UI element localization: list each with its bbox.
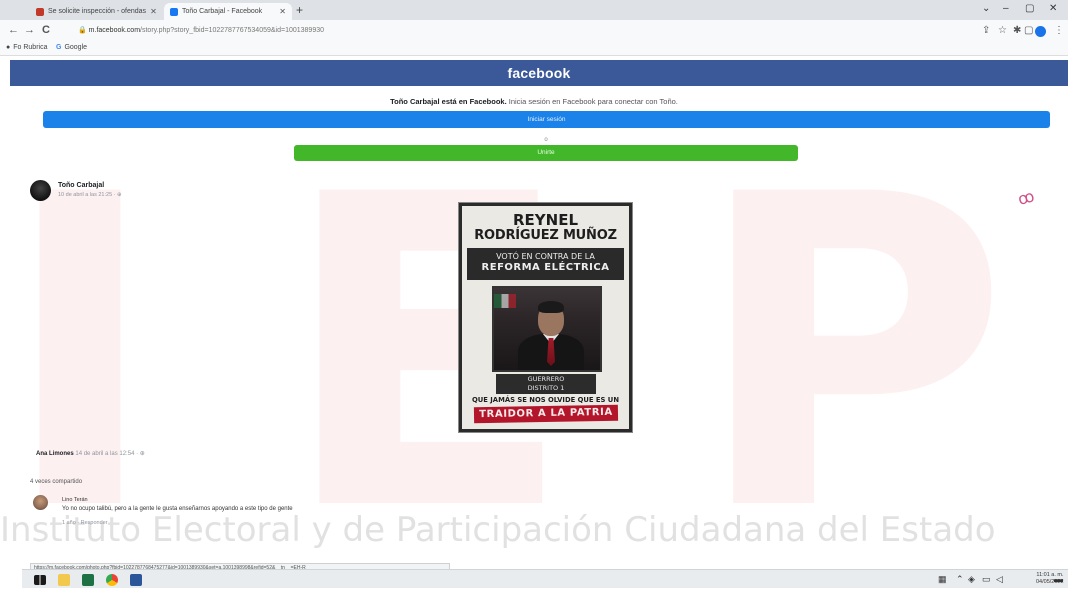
watermark-line: Instituto Electoral y de Participación C… <box>0 510 996 550</box>
url-input[interactable]: 🔒 m.facebook.com/story.php?story_fbid=10… <box>70 24 970 38</box>
poster-district1: GUERRERO <box>527 375 565 383</box>
tab-inactive[interactable]: Se solicite inspección - ofendas ✕ <box>30 3 162 20</box>
display-icon[interactable]: ▭ <box>982 574 991 585</box>
poster-line1: REYNEL <box>512 211 579 229</box>
excel-icon[interactable] <box>82 574 94 586</box>
keyboard-icon[interactable]: ▦ <box>938 574 947 585</box>
poster-line2: RODRÍGUEZ MUÑOZ <box>474 228 617 243</box>
poster-banner: VOTÓ EN CONTRA DE LA REFORMA ELÉCTRICA <box>467 248 624 280</box>
reaction-line: Ana Limones 14 de abril a las 12:54 · ⊕ <box>36 450 145 457</box>
page-favicon-icon <box>36 7 44 16</box>
poster-district: GUERRERO DISTRITO 1 <box>496 374 596 394</box>
url-host: m.facebook.com <box>88 27 141 34</box>
comment-text: Yo no ocupo talibú, pero a la gente le g… <box>62 506 293 512</box>
post-image[interactable]: REYNEL RODRÍGUEZ MUÑOZ VOTÓ EN CONTRA DE… <box>458 202 633 433</box>
back-button[interactable]: ← <box>8 24 19 36</box>
tab-search-icon[interactable]: ⌄ <box>982 3 990 14</box>
login-button[interactable]: Iniciar sesión <box>43 111 1050 128</box>
taskbar: ▦ ⌃ ◈ ▭ ◁ 11:01 a. m. 04/05/2022 ▬ <box>22 569 1068 588</box>
notifications-icon[interactable]: ▬ <box>1054 574 1063 584</box>
browser-tab-bar: Se solicite inspección - ofendas ✕ Toño … <box>0 0 1068 20</box>
comment-actions[interactable]: 1 año · Responder <box>62 520 108 526</box>
address-bar-row: ← → C 🔒 m.facebook.com/story.php?story_f… <box>0 20 1068 42</box>
start-icon[interactable] <box>34 575 46 585</box>
bookmark-label: Fo Rubrica <box>13 44 48 51</box>
facebook-favicon-icon <box>170 7 178 16</box>
portrait-hair <box>538 301 564 313</box>
menu-icon[interactable]: ⋮ <box>1054 25 1064 36</box>
bookmark-label: Google <box>64 44 88 51</box>
post-author[interactable]: Toño Carbajal <box>58 182 104 189</box>
minimize-button[interactable]: – <box>1003 3 1009 14</box>
poster-banner1: VOTÓ EN CONTRA DE LA <box>496 252 595 261</box>
new-tab-button[interactable]: + <box>296 3 303 17</box>
bookmark-item[interactable]: ● Fo Rubrica <box>6 44 47 51</box>
volume-icon[interactable]: ◁ <box>996 574 1003 585</box>
lock-icon: 🔒 <box>78 27 89 34</box>
author-avatar[interactable] <box>30 180 51 201</box>
close-tab-icon[interactable]: ✕ <box>150 7 157 16</box>
sidepanel-icon[interactable]: ▢ <box>1024 25 1033 36</box>
register-button[interactable]: Unirte <box>294 145 798 161</box>
chrome-icon[interactable] <box>106 574 118 586</box>
tab-label: Toño Carbajal - Facebook <box>182 8 263 15</box>
url-path: /story.php?story_fbid=1022787767534059&i… <box>140 27 325 34</box>
portrait-photo <box>492 286 602 372</box>
notice-name: Toño Carbajal está en Facebook. <box>390 97 507 106</box>
tray-chevron-icon[interactable]: ⌃ <box>956 574 964 585</box>
share-icon[interactable]: ⇪ <box>982 25 990 36</box>
facebook-header[interactable]: facebook <box>10 60 1068 86</box>
post-meta: 10 de abril a las 21:25 · ⊕ <box>58 192 122 198</box>
profile-avatar[interactable] <box>1035 26 1046 37</box>
poster-banner2: REFORMA ELÉCTRICA <box>481 262 610 273</box>
forward-button[interactable]: → <box>24 24 35 36</box>
file-explorer-icon[interactable] <box>58 574 70 586</box>
poster-district2: DISTRITO 1 <box>527 384 565 392</box>
commenter-avatar[interactable] <box>33 495 48 510</box>
reaction-time: 14 de abril a las 12:54 · ⊕ <box>75 451 145 457</box>
bookmark-icon: ● <box>6 44 11 51</box>
login-notice: Toño Carbajal está en Facebook. Inicia s… <box>0 97 1068 106</box>
flag-shape <box>494 294 516 308</box>
bookmarks-bar: ● Fo Rubrica G Google <box>0 42 1068 56</box>
maximize-button[interactable]: ▢ <box>1025 3 1034 14</box>
poster-motto: QUE JAMÁS SE NOS OLVIDE QUE ES UN <box>471 396 620 404</box>
close-window-button[interactable]: ✕ <box>1049 3 1057 14</box>
google-icon: G <box>56 44 62 51</box>
tab-active[interactable]: Toño Carbajal - Facebook ✕ <box>164 3 292 20</box>
notice-text: Inicia sesión en Facebook para conectar … <box>506 97 678 106</box>
reaction-name[interactable]: Ana Limones <box>36 451 74 457</box>
bookmark-item[interactable]: G Google <box>56 44 87 51</box>
commenter-name[interactable]: Lino Terán <box>62 497 88 503</box>
tab-label: Se solicite inspección - ofendas <box>48 8 147 15</box>
network-icon[interactable]: ◈ <box>968 574 975 585</box>
poster-traitor-banner: TRAIDOR A LA PATRIA <box>473 404 619 424</box>
reload-button[interactable]: C <box>42 24 50 36</box>
star-icon[interactable]: ☆ <box>998 25 1007 36</box>
handwritten-mark: ꝏ <box>1016 188 1037 209</box>
word-icon[interactable] <box>130 574 142 586</box>
extensions-icon[interactable]: ✱ <box>1013 25 1021 36</box>
share-count[interactable]: 4 veces compartido <box>30 479 82 485</box>
close-tab-icon[interactable]: ✕ <box>279 7 286 16</box>
or-divider: o <box>544 137 548 143</box>
